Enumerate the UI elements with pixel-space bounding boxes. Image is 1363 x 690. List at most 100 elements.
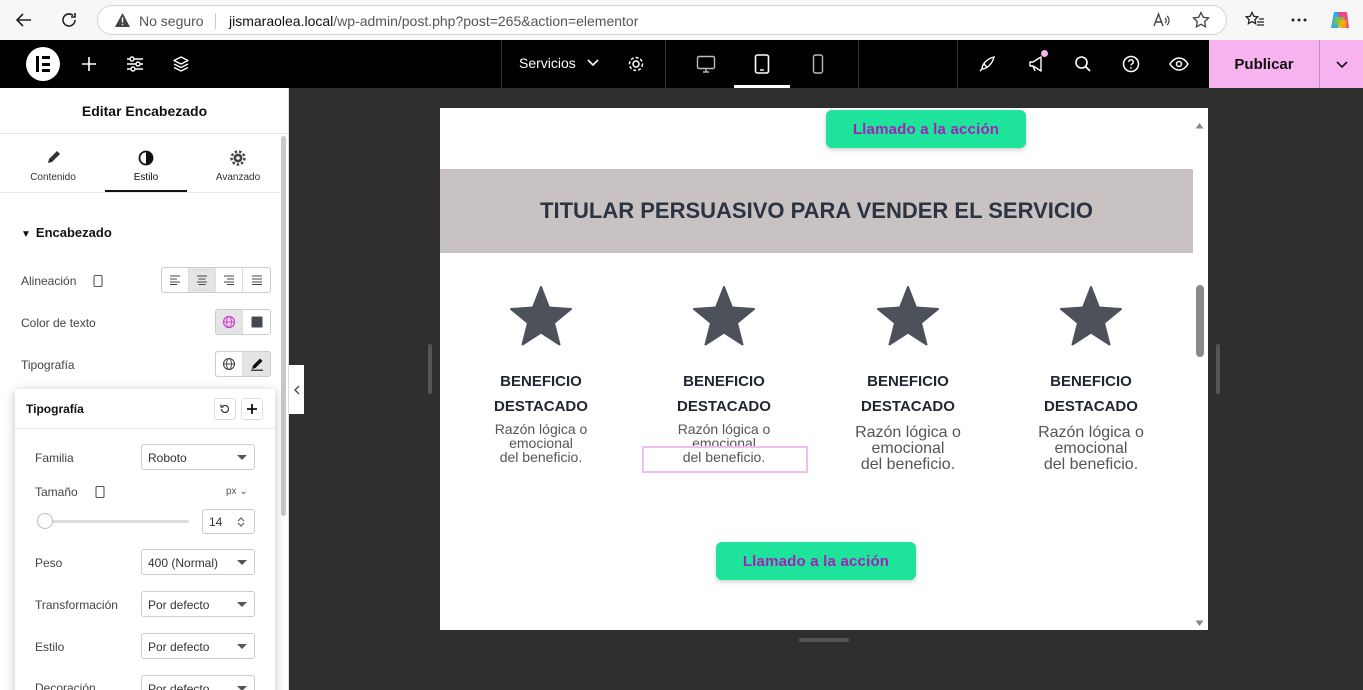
- font-family-select[interactable]: Roboto: [141, 444, 255, 470]
- elementor-topbar: Servicios Publicar: [0, 40, 1363, 88]
- tab-style[interactable]: Estilo: [106, 148, 186, 183]
- reload-icon[interactable]: [57, 8, 81, 32]
- alignment-buttons: [161, 267, 271, 293]
- feature-desc-line: del beneficio.: [860, 456, 956, 473]
- tabs-divider: [0, 192, 280, 193]
- page-selector[interactable]: Servicios: [519, 55, 576, 71]
- url-text[interactable]: jismaraolea.local/wp-admin/post.php?post…: [229, 13, 638, 29]
- feature-description: Razón lógica o emocional del beneficio.: [451, 422, 631, 464]
- text-color-controls: [215, 309, 271, 335]
- stepper-arrows-icon[interactable]: [237, 515, 245, 533]
- address-bar[interactable]: No seguro jismaraolea.local/wp-admin/pos…: [97, 5, 1227, 35]
- feature-item[interactable]: BENEFICIO DESTACADO Razón lógica o emocion…: [451, 286, 631, 464]
- global-colors-icon[interactable]: [216, 310, 243, 334]
- tab-advanced[interactable]: Avanzado: [198, 148, 278, 183]
- panel-scrollbar[interactable]: [281, 136, 286, 516]
- add-element-icon[interactable]: [77, 52, 101, 76]
- url-host: jismaraolea.local: [229, 13, 334, 29]
- elementor-logo[interactable]: [26, 47, 60, 81]
- align-left-icon[interactable]: [162, 268, 189, 292]
- frame-scroll-down-icon[interactable]: [1195, 614, 1204, 632]
- section-title-text: Encabezado: [35, 225, 112, 240]
- feature-title-line: BENEFICIO: [500, 373, 582, 390]
- reset-icon[interactable]: [214, 398, 236, 420]
- chevron-down-icon[interactable]: [586, 55, 600, 74]
- address-divider: [215, 13, 216, 29]
- more-options-icon[interactable]: [1287, 8, 1311, 32]
- topbar-divider: [665, 40, 666, 88]
- headline[interactable]: TITULAR PERSUASIVO PARA VENDER EL SERVIC…: [540, 198, 1093, 224]
- tab-label: Estilo: [133, 172, 159, 183]
- popover-title: Tipografía: [26, 402, 84, 416]
- warning-icon[interactable]: [114, 12, 131, 33]
- collapse-panel-button[interactable]: [289, 365, 304, 414]
- feature-title-line: DESTACADO: [861, 398, 955, 415]
- frame-scroll-up-icon[interactable]: [1195, 116, 1204, 134]
- text-transform-label: Transformación: [35, 598, 118, 612]
- security-status[interactable]: No seguro: [139, 13, 204, 29]
- color-swatch[interactable]: [243, 310, 270, 334]
- feature-title: BENEFICIO DESTACADO: [818, 369, 998, 419]
- feature-title-line: DESTACADO: [677, 398, 771, 415]
- tablet-view-icon[interactable]: [750, 52, 774, 76]
- feature-title-line: BENEFICIO: [867, 373, 949, 390]
- read-aloud-icon[interactable]: [1153, 12, 1171, 33]
- add-icon[interactable]: [241, 398, 263, 420]
- copilot-icon[interactable]: [1328, 8, 1352, 32]
- edit-pencil-icon[interactable]: [243, 352, 270, 376]
- mobile-view-icon[interactable]: [806, 52, 830, 76]
- layers-icon[interactable]: [169, 52, 193, 76]
- search-icon[interactable]: [1071, 52, 1095, 76]
- help-icon[interactable]: [1119, 52, 1143, 76]
- resize-handle-left[interactable]: [428, 344, 432, 394]
- font-style-label: Estilo: [35, 640, 65, 654]
- feature-title: BENEFICIO DESTACADO: [1001, 369, 1181, 419]
- font-size-slider-track[interactable]: [45, 520, 189, 523]
- font-family-label: Familia: [35, 451, 74, 465]
- align-right-icon[interactable]: [216, 268, 243, 292]
- selected-element-outline: [642, 446, 808, 473]
- cta-button-bottom[interactable]: Llamado a la acción: [716, 542, 916, 580]
- topbar-divider: [957, 40, 958, 88]
- topbar-divider: [858, 40, 859, 88]
- feature-item[interactable]: BENEFICIO DESTACADO Razón lógica o emocion…: [818, 286, 998, 473]
- typography-popover: Tipografía Familia Roboto Tamaño px ⌄ 14…: [15, 389, 275, 690]
- rocket-icon[interactable]: [975, 52, 999, 76]
- font-style-select[interactable]: Por defecto: [141, 633, 255, 659]
- publish-button[interactable]: Publicar: [1209, 40, 1319, 88]
- resize-handle-right[interactable]: [1216, 344, 1220, 394]
- desktop-view-icon[interactable]: [694, 52, 718, 76]
- favorite-star-icon[interactable]: [1192, 10, 1210, 34]
- font-weight-select[interactable]: 400 (Normal): [141, 549, 255, 575]
- text-transform-select[interactable]: Por defecto: [141, 591, 255, 617]
- font-weight-label: Peso: [35, 556, 63, 570]
- cta-button-top[interactable]: Llamado a la acción: [826, 110, 1026, 148]
- resize-handle-bottom[interactable]: [799, 638, 849, 642]
- tablet-responsive-icon[interactable]: [93, 274, 103, 292]
- text-decoration-select[interactable]: Por defecto: [141, 675, 255, 690]
- frame-scrollbar-thumb[interactable]: [1196, 285, 1204, 357]
- align-center-icon[interactable]: [189, 268, 216, 292]
- page-settings-gear-icon[interactable]: [624, 52, 648, 76]
- font-size-slider-handle[interactable]: [37, 513, 53, 529]
- chevron-left-icon: [293, 385, 299, 394]
- feature-item[interactable]: BENEFICIO DESTACADO Razón lógica o emocion…: [634, 286, 814, 464]
- font-size-input[interactable]: 14: [202, 509, 255, 534]
- panel-title: Editar Encabezado: [0, 88, 288, 134]
- section-heading[interactable]: ▼ Encabezado: [21, 225, 112, 240]
- feature-desc-line: del beneficio.: [1043, 456, 1139, 473]
- preview-eye-icon[interactable]: [1167, 52, 1191, 76]
- back-arrow-icon[interactable]: [12, 8, 36, 32]
- publish-options-button[interactable]: [1319, 40, 1363, 88]
- tab-content[interactable]: Contenido: [13, 148, 93, 183]
- font-size-label: Tamaño: [35, 485, 78, 499]
- align-justify-icon[interactable]: [243, 268, 270, 292]
- feature-title: BENEFICIO DESTACADO: [451, 369, 631, 419]
- tab-label: Contenido: [30, 172, 76, 183]
- feature-item[interactable]: BENEFICIO DESTACADO Razón lógica o emocion…: [1001, 286, 1181, 473]
- globe-icon[interactable]: [216, 352, 243, 376]
- tablet-responsive-icon[interactable]: [95, 485, 105, 503]
- unit-selector[interactable]: px ⌄: [226, 486, 248, 497]
- site-settings-icon[interactable]: [123, 52, 147, 76]
- favorites-list-icon[interactable]: [1243, 8, 1267, 32]
